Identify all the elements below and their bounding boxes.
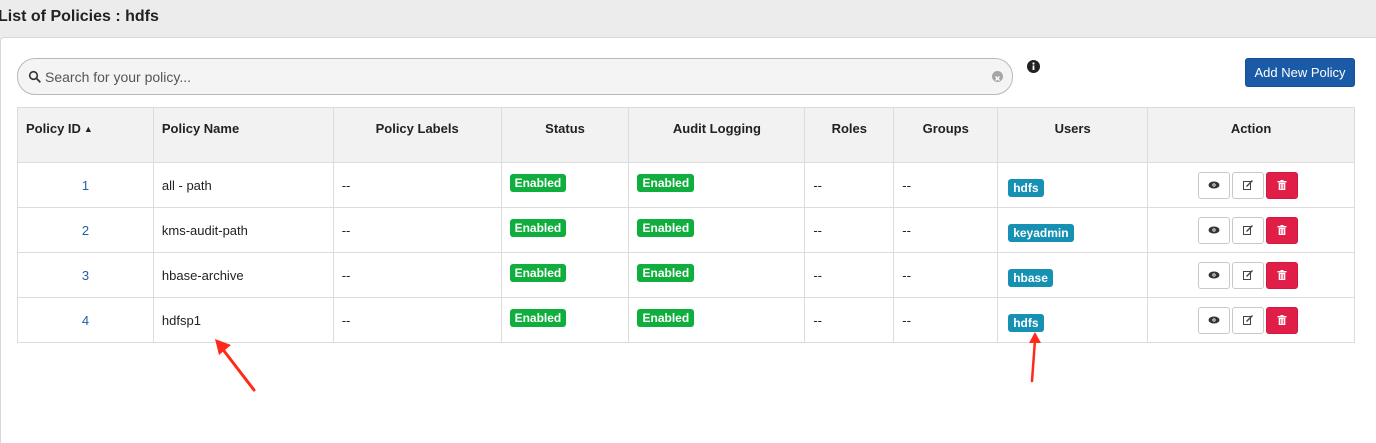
header-roles: Roles bbox=[804, 107, 895, 163]
policy-name: kms-audit-path bbox=[152, 207, 334, 253]
status-badge: Enabled bbox=[509, 264, 567, 282]
header-policy-labels: Policy Labels bbox=[332, 107, 502, 163]
annotation-arrow-icon bbox=[1029, 332, 1041, 383]
groups: -- bbox=[893, 252, 999, 298]
table-row: 3 hbase-archive -- Enabled Enabled -- --… bbox=[17, 252, 1355, 298]
delete-button[interactable] bbox=[1266, 306, 1299, 334]
header-action: Action bbox=[1147, 107, 1355, 163]
users-cell: hdfs bbox=[997, 162, 1149, 208]
sort-asc-icon: ▲ bbox=[83, 124, 93, 134]
status-badge: Enabled bbox=[509, 219, 567, 237]
audit-badge: Enabled bbox=[637, 219, 695, 237]
eye-icon bbox=[1208, 181, 1220, 189]
policy-name: hbase-archive bbox=[152, 252, 334, 298]
policy-labels: -- bbox=[332, 252, 502, 298]
search-box[interactable] bbox=[17, 58, 1013, 95]
users-cell: hbase bbox=[997, 252, 1149, 298]
audit-cell: Enabled bbox=[628, 207, 806, 253]
policy-labels: -- bbox=[332, 162, 502, 208]
policy-name: all - path bbox=[152, 162, 334, 208]
audit-cell: Enabled bbox=[628, 297, 806, 343]
eye-icon bbox=[1208, 226, 1220, 234]
view-button[interactable] bbox=[1198, 171, 1231, 199]
trash-icon bbox=[1277, 270, 1287, 280]
add-new-policy-button[interactable]: Add New Policy bbox=[1245, 58, 1355, 87]
edit-icon bbox=[1243, 270, 1254, 280]
action-cell bbox=[1147, 252, 1355, 298]
status-cell: Enabled bbox=[500, 162, 630, 208]
view-button[interactable] bbox=[1198, 261, 1231, 289]
edit-button[interactable] bbox=[1232, 261, 1265, 289]
trash-icon bbox=[1277, 315, 1287, 325]
status-badge: Enabled bbox=[509, 174, 567, 192]
header-policy-id-label: Policy ID bbox=[26, 121, 81, 136]
table-row: 1 all - path -- Enabled Enabled -- -- hd… bbox=[17, 162, 1355, 208]
edit-icon bbox=[1243, 180, 1254, 190]
eye-icon bbox=[1208, 271, 1220, 279]
info-icon[interactable] bbox=[1027, 60, 1040, 73]
user-badge: hbase bbox=[1008, 269, 1053, 287]
action-cell bbox=[1147, 207, 1355, 253]
roles: -- bbox=[804, 252, 895, 298]
edit-button[interactable] bbox=[1232, 216, 1265, 244]
audit-badge: Enabled bbox=[637, 309, 695, 327]
roles: -- bbox=[804, 162, 895, 208]
users-cell: keyadmin bbox=[997, 207, 1149, 253]
trash-icon bbox=[1277, 225, 1287, 235]
groups: -- bbox=[893, 162, 999, 208]
user-badge: hdfs bbox=[1008, 179, 1044, 197]
eye-icon bbox=[1208, 316, 1220, 324]
audit-cell: Enabled bbox=[628, 252, 806, 298]
roles: -- bbox=[804, 297, 895, 343]
policy-labels: -- bbox=[332, 297, 502, 343]
policy-labels: -- bbox=[332, 207, 502, 253]
edit-icon bbox=[1243, 315, 1254, 325]
roles: -- bbox=[804, 207, 895, 253]
edit-icon bbox=[1243, 225, 1254, 235]
search-input[interactable] bbox=[45, 67, 985, 87]
delete-button[interactable] bbox=[1266, 171, 1299, 199]
trash-icon bbox=[1277, 180, 1287, 190]
policy-id-link[interactable]: 3 bbox=[17, 252, 154, 298]
edit-button[interactable] bbox=[1232, 171, 1265, 199]
policy-id-link[interactable]: 4 bbox=[17, 297, 154, 343]
annotation-arrow-icon bbox=[215, 339, 256, 392]
delete-button[interactable] bbox=[1266, 216, 1299, 244]
page-title: List of Policies : hdfs bbox=[0, 8, 159, 25]
status-cell: Enabled bbox=[500, 207, 630, 253]
audit-badge: Enabled bbox=[637, 264, 695, 282]
page-header: List of Policies : hdfs bbox=[0, 0, 1376, 38]
policies-table: Policy ID ▲ Policy Name Policy Labels Sta… bbox=[17, 107, 1355, 343]
clear-icon[interactable] bbox=[992, 71, 1003, 82]
action-cell bbox=[1147, 162, 1355, 208]
action-cell bbox=[1147, 297, 1355, 343]
header-groups: Groups bbox=[893, 107, 999, 163]
policy-id-link[interactable]: 1 bbox=[17, 162, 154, 208]
policy-id-link[interactable]: 2 bbox=[17, 207, 154, 253]
status-cell: Enabled bbox=[500, 252, 630, 298]
edit-button[interactable] bbox=[1232, 306, 1265, 334]
groups: -- bbox=[893, 297, 999, 343]
header-users: Users bbox=[997, 107, 1149, 163]
audit-cell: Enabled bbox=[628, 162, 806, 208]
header-status: Status bbox=[500, 107, 630, 163]
status-badge: Enabled bbox=[509, 309, 567, 327]
table-row: 2 kms-audit-path -- Enabled Enabled -- -… bbox=[17, 207, 1355, 253]
header-audit-logging: Audit Logging bbox=[628, 107, 806, 163]
view-button[interactable] bbox=[1198, 216, 1231, 244]
header-policy-id[interactable]: Policy ID ▲ bbox=[17, 107, 154, 163]
view-button[interactable] bbox=[1198, 306, 1231, 334]
delete-button[interactable] bbox=[1266, 261, 1299, 289]
header-policy-name: Policy Name bbox=[152, 107, 334, 163]
status-cell: Enabled bbox=[500, 297, 630, 343]
groups: -- bbox=[893, 207, 999, 253]
user-badge: keyadmin bbox=[1008, 224, 1074, 242]
search-icon bbox=[28, 70, 41, 83]
audit-badge: Enabled bbox=[637, 174, 695, 192]
